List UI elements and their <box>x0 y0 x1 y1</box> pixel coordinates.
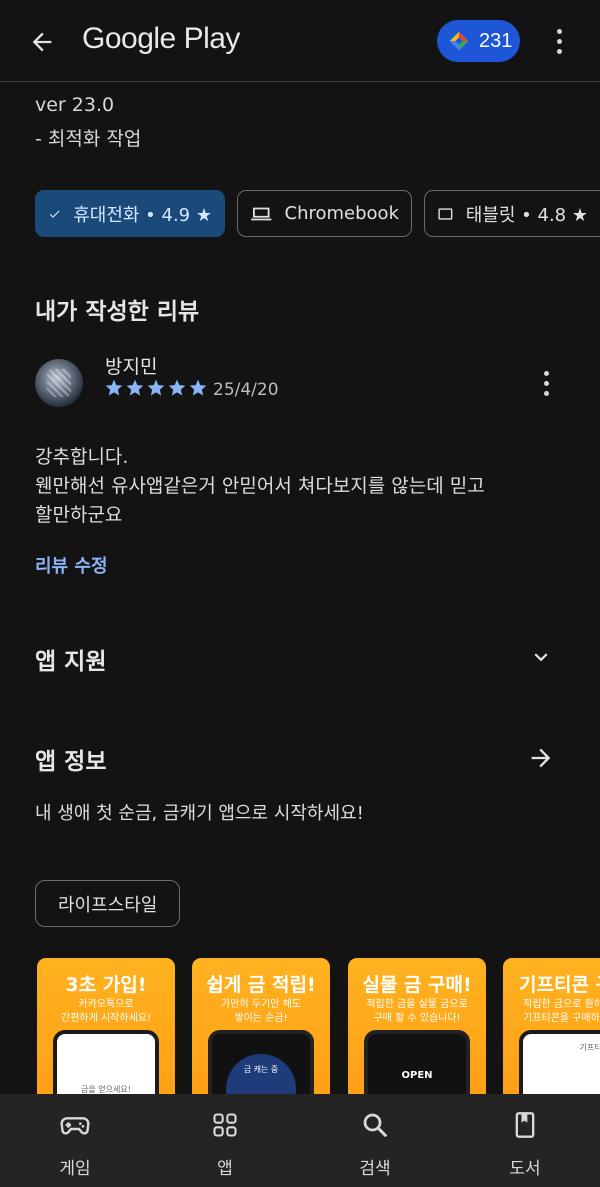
my-review-heading: 내가 작성한 리뷰 <box>35 299 200 325</box>
search-icon <box>355 1108 395 1142</box>
nav-books-label: 도서 <box>509 1159 541 1179</box>
book-icon <box>505 1108 545 1142</box>
star-icon <box>105 379 123 396</box>
reviewer-name: 방지민 <box>105 356 158 378</box>
star-icon <box>126 379 144 396</box>
screenshot-title: 쉽게 금 적립! <box>206 974 316 996</box>
check-icon <box>49 209 60 218</box>
screenshot-screen-text: OPEN <box>401 1070 433 1081</box>
nav-games[interactable]: 게임 <box>0 1094 150 1187</box>
screenshot-subtitle: 적립한 금으로 원하기프티콘을 구매하 <box>503 998 600 1026</box>
nav-apps[interactable]: 앱 <box>150 1094 300 1187</box>
app-description: 내 생애 첫 순금, 금캐기 앱으로 시작하세요! <box>35 803 364 824</box>
review-text-line: 할만하군요 <box>35 504 123 526</box>
screenshot-phone: OPEN <box>364 1030 470 1094</box>
review-text-line: 강추합니다. <box>35 446 129 468</box>
screenshot-screen-text: 금 캐는 중 <box>243 1065 279 1074</box>
screenshot-card[interactable]: 실물 금 구매! 적립한 금을 실물 금으로구매 할 수 있습니다! OPEN <box>348 958 486 1094</box>
version-text: ver 23.0 <box>35 94 115 116</box>
device-chip-phone-label: 휴대전화 • 4.9 ★ <box>73 204 212 226</box>
laptop-icon <box>251 207 272 220</box>
device-chip-chromebook-label: Chromebook <box>284 203 399 224</box>
screenshot-subtitle-line: 적립한 금을 실물 금으로 <box>366 999 468 1010</box>
screenshot-title: 기프티콘 구 <box>519 974 600 996</box>
review-text-line: 웬만해선 유사앱같은거 안믿어서 쳐다보지를 않는데 믿고 <box>35 475 485 497</box>
nav-games-label: 게임 <box>59 1159 91 1179</box>
arrow-forward-icon[interactable] <box>521 738 561 778</box>
screenshot-card[interactable]: 쉽게 금 적립! 가만히 두기만 해도쌓이는 순금! 금 캐는 중 <box>192 958 330 1094</box>
screenshot-phone: 금을 얻으세요! <box>53 1030 159 1094</box>
screenshot-subtitle-line: 쌓이는 순금! <box>234 1013 288 1024</box>
screenshot-screen-text: 기프티콘 <box>579 1043 600 1052</box>
avatar <box>35 359 83 407</box>
category-chip[interactable]: 라이프스타일 <box>35 880 181 927</box>
review-more-options-icon[interactable] <box>536 363 556 403</box>
play-points-icon <box>450 32 468 50</box>
edit-review-link[interactable]: 리뷰 수정 <box>35 552 108 578</box>
nav-apps-label: 앱 <box>217 1159 233 1179</box>
nav-search[interactable]: 검색 <box>300 1094 450 1187</box>
screenshot-title: 3초 가입! <box>65 974 147 996</box>
tablet-icon <box>438 207 453 220</box>
screenshot-screen-text: 금을 얻으세요! <box>81 1085 131 1094</box>
nav-books[interactable]: 도서 <box>450 1094 600 1187</box>
app-support-heading[interactable]: 앱 지원 <box>35 642 107 676</box>
nav-search-label: 검색 <box>359 1159 391 1179</box>
gamepad-icon <box>55 1108 95 1142</box>
star-icon <box>189 379 207 396</box>
star-icon <box>147 379 165 396</box>
review-date: 25/4/20 <box>213 380 279 400</box>
review-text: 강추합니다. 웬만해선 유사앱같은거 안믿어서 쳐다보지를 않는데 믿고 할만하… <box>35 443 505 530</box>
top-app-bar: Google Play 231 <box>0 0 600 82</box>
screenshot-subtitle-line: 기프티콘을 구매하 <box>523 1013 600 1024</box>
screenshot-subtitle: 가만히 두기만 해도쌓이는 순금! <box>192 998 330 1026</box>
more-options-icon[interactable] <box>549 21 569 61</box>
screenshot-subtitle-line: 가만히 두기만 해도 <box>221 999 301 1010</box>
device-chip-phone[interactable]: 휴대전화 • 4.9 ★ <box>35 190 225 237</box>
star-icon <box>168 379 186 396</box>
screenshot-subtitle-line: 적립한 금으로 원하 <box>523 999 600 1010</box>
chevron-down-icon[interactable] <box>521 637 561 677</box>
screenshot-card[interactable]: 3초 가입! 카카오톡으로간편하게 시작하세요! 금을 얻으세요! <box>37 958 175 1094</box>
google-play-logo-text[interactable]: Google Play <box>82 22 240 56</box>
device-chip-tablet-label: 태블릿 • 4.8 ★ <box>465 204 588 226</box>
screenshot-card[interactable]: 기프티콘 구 적립한 금으로 원하기프티콘을 구매하 기프티콘 <box>503 958 600 1094</box>
apps-grid-icon <box>205 1108 245 1142</box>
star-rating <box>104 378 208 398</box>
device-chip-chromebook[interactable]: Chromebook <box>237 190 412 237</box>
screenshot-subtitle: 적립한 금을 실물 금으로구매 할 수 있습니다! <box>348 998 486 1026</box>
play-points-count: 231 <box>479 29 513 52</box>
play-points-badge[interactable]: 231 <box>437 20 520 62</box>
screenshot-subtitle: 카카오톡으로간편하게 시작하세요! <box>37 998 175 1026</box>
app-info-heading[interactable]: 앱 정보 <box>35 742 107 776</box>
back-arrow-icon[interactable] <box>22 22 62 62</box>
device-chip-tablet[interactable]: 태블릿 • 4.8 ★ <box>424 190 600 237</box>
screenshot-phone: 금 캐는 중 <box>208 1030 314 1094</box>
screenshot-subtitle-line: 간편하게 시작하세요! <box>61 1013 151 1024</box>
bottom-navigation: 게임 앱 검색 도서 <box>0 1094 600 1187</box>
screenshot-subtitle-line: 구매 할 수 있습니다! <box>373 1013 461 1024</box>
screenshot-title: 실물 금 구매! <box>362 974 472 996</box>
screenshot-phone: 기프티콘 <box>519 1030 600 1094</box>
screenshot-carousel[interactable]: 3초 가입! 카카오톡으로간편하게 시작하세요! 금을 얻으세요! 쉽게 금 적… <box>0 958 600 1094</box>
release-note: - 최적화 작업 <box>35 128 142 150</box>
screenshot-subtitle-line: 카카오톡으로 <box>78 999 134 1010</box>
